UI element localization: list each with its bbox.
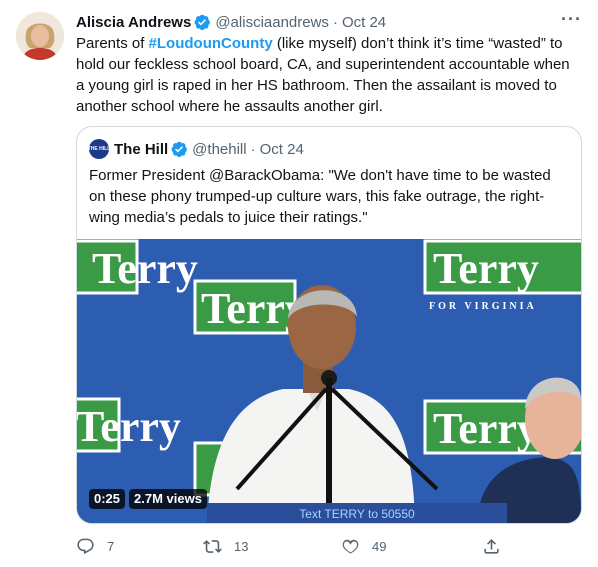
- tweet-date[interactable]: Oct 24: [342, 14, 386, 31]
- author-handle[interactable]: @alisciaandrews: [215, 14, 329, 31]
- sign-text: Terry: [433, 244, 539, 293]
- quoted-avatar[interactable]: THE HILL: [88, 139, 110, 159]
- quoted-tweet[interactable]: THE HILL The Hill @thehill · Oct 24 Form…: [76, 126, 582, 524]
- more-icon[interactable]: ···: [561, 10, 582, 28]
- quoted-author-handle[interactable]: @thehill: [192, 141, 246, 158]
- like-count: 49: [372, 538, 387, 554]
- reply-icon: [77, 538, 94, 554]
- avatar[interactable]: [16, 12, 64, 60]
- video-player[interactable]: Terry Terry FOR VIRGINIA Terry Terry Ter…: [77, 239, 581, 523]
- retweet-count: 13: [234, 538, 249, 554]
- sign-text: Terry: [92, 244, 198, 293]
- tweet-actions: 7 13 49: [76, 532, 516, 560]
- video-frame: Terry Terry FOR VIRGINIA Terry Terry Ter…: [77, 239, 581, 523]
- retweet-button[interactable]: 13: [203, 532, 248, 560]
- retweet-icon: [203, 539, 222, 553]
- reply-count: 7: [107, 538, 115, 554]
- author-name[interactable]: Aliscia Andrews: [76, 14, 191, 31]
- quoted-date[interactable]: Oct 24: [260, 141, 304, 158]
- quoted-author-name[interactable]: The Hill: [114, 141, 168, 158]
- quoted-tweet-text: Former President @BarackObama: "We don't…: [89, 167, 551, 226]
- quoted-tweet-header: THE HILL The Hill @thehill · Oct 24: [88, 139, 304, 159]
- video-views: 2.7M views: [129, 489, 207, 509]
- share-icon: [484, 538, 499, 554]
- separator: ·: [250, 140, 256, 158]
- video-banner-text: Text TERRY to 50550: [299, 507, 415, 521]
- like-icon: [342, 539, 359, 554]
- sign-subtitle: FOR VIRGINIA: [429, 301, 537, 312]
- separator: ·: [332, 13, 338, 31]
- tweet-text: Parents of #LoudounCounty (like myself) …: [76, 33, 582, 117]
- video-duration: 0:25: [89, 489, 126, 509]
- share-button[interactable]: [482, 532, 513, 560]
- tweet-header: Aliscia Andrews @alisciaandrews · Oct 24…: [76, 10, 582, 32]
- tweet[interactable]: Aliscia Andrews @alisciaandrews · Oct 24…: [0, 0, 598, 567]
- sign-text: Terry: [433, 404, 539, 453]
- tweet-text-before: Parents of: [76, 35, 149, 52]
- verified-badge-icon: [170, 140, 188, 158]
- like-button[interactable]: 49: [341, 532, 386, 560]
- sign-text: Terry: [77, 402, 181, 451]
- hashtag-link[interactable]: #LoudounCounty: [149, 35, 273, 52]
- verified-badge-icon: [193, 13, 211, 31]
- video-badges: 0:25 2.7M views: [89, 489, 207, 509]
- reply-button[interactable]: 7: [76, 532, 114, 560]
